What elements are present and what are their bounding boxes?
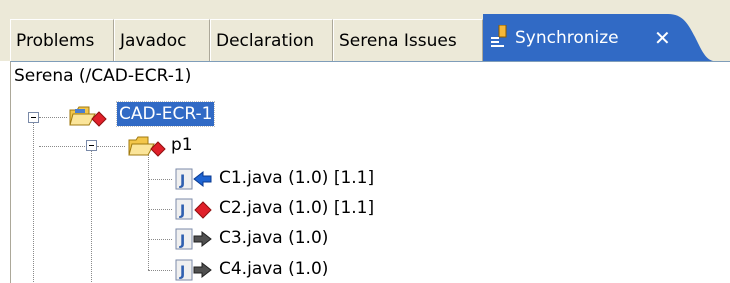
tab-declaration[interactable]: Declaration <box>210 19 333 61</box>
project-conflict-folder-icon <box>69 106 107 127</box>
tree-item-p1-label[interactable]: p1 <box>169 133 195 157</box>
package-conflict-folder-icon <box>128 136 166 157</box>
tree-connector-c4 <box>148 270 172 271</box>
tree-item-c2-label[interactable]: C2.java (1.0) [1.1] <box>217 196 376 220</box>
tree-connector-p1-level <box>39 146 87 147</box>
p1-collapse-toggle[interactable] <box>86 140 97 151</box>
synchronize-context-label: Serena (/CAD-ECR-1) <box>14 66 192 86</box>
close-tab-icon[interactable]: ✕ <box>654 12 671 64</box>
tree-item-c1-label[interactable]: C1.java (1.0) [1.1] <box>217 166 376 190</box>
tab-problems[interactable]: Problems <box>10 19 114 61</box>
tree-connector-p1 <box>97 146 125 147</box>
svg-text:J: J <box>179 203 185 219</box>
tree-connector-c2 <box>148 209 172 210</box>
tree-guide-p1 <box>91 151 92 283</box>
tab-problems-label: Problems <box>16 31 95 51</box>
outgoing-change-java-icon: J <box>175 228 212 250</box>
tree-connector-c1 <box>148 179 172 180</box>
tab-declaration-label: Declaration <box>216 31 315 51</box>
conflict-java-icon: J <box>175 198 212 220</box>
svg-text:J: J <box>179 173 185 189</box>
tree-item-root-label[interactable]: CAD-ECR-1 <box>115 101 216 127</box>
synchronize-view: Problems Javadoc Declaration Serena Issu… <box>0 0 730 283</box>
tree-guide-root <box>33 123 34 283</box>
tab-serena-issues[interactable]: Serena Issues <box>333 19 483 61</box>
tab-javadoc-label: Javadoc <box>120 31 187 51</box>
tree-connector-c3 <box>148 239 172 240</box>
incoming-change-java-icon: J <box>175 168 212 190</box>
tab-synchronize-label: Synchronize <box>515 28 619 48</box>
svg-text:J: J <box>179 264 185 280</box>
svg-text:J: J <box>179 233 185 249</box>
root-collapse-toggle[interactable] <box>28 112 39 123</box>
view-tab-bar: Problems Javadoc Declaration Serena Issu… <box>0 0 730 61</box>
tree-item-c4-label[interactable]: C4.java (1.0) <box>217 257 330 281</box>
tab-synchronize[interactable]: Synchronize ✕ <box>483 12 713 61</box>
tree-item-c3-label[interactable]: C3.java (1.0) <box>217 226 330 250</box>
tree-guide-files <box>148 152 149 270</box>
tab-javadoc[interactable]: Javadoc <box>114 19 210 61</box>
tab-serena-issues-label: Serena Issues <box>339 31 457 51</box>
view-content: Serena (/CAD-ECR-1) CAD-ECR-1 p1 J C1.ja… <box>10 61 730 283</box>
tree-connector-root <box>39 117 67 118</box>
outgoing-change-java-icon: J <box>175 259 212 281</box>
synchronize-icon <box>491 25 507 47</box>
